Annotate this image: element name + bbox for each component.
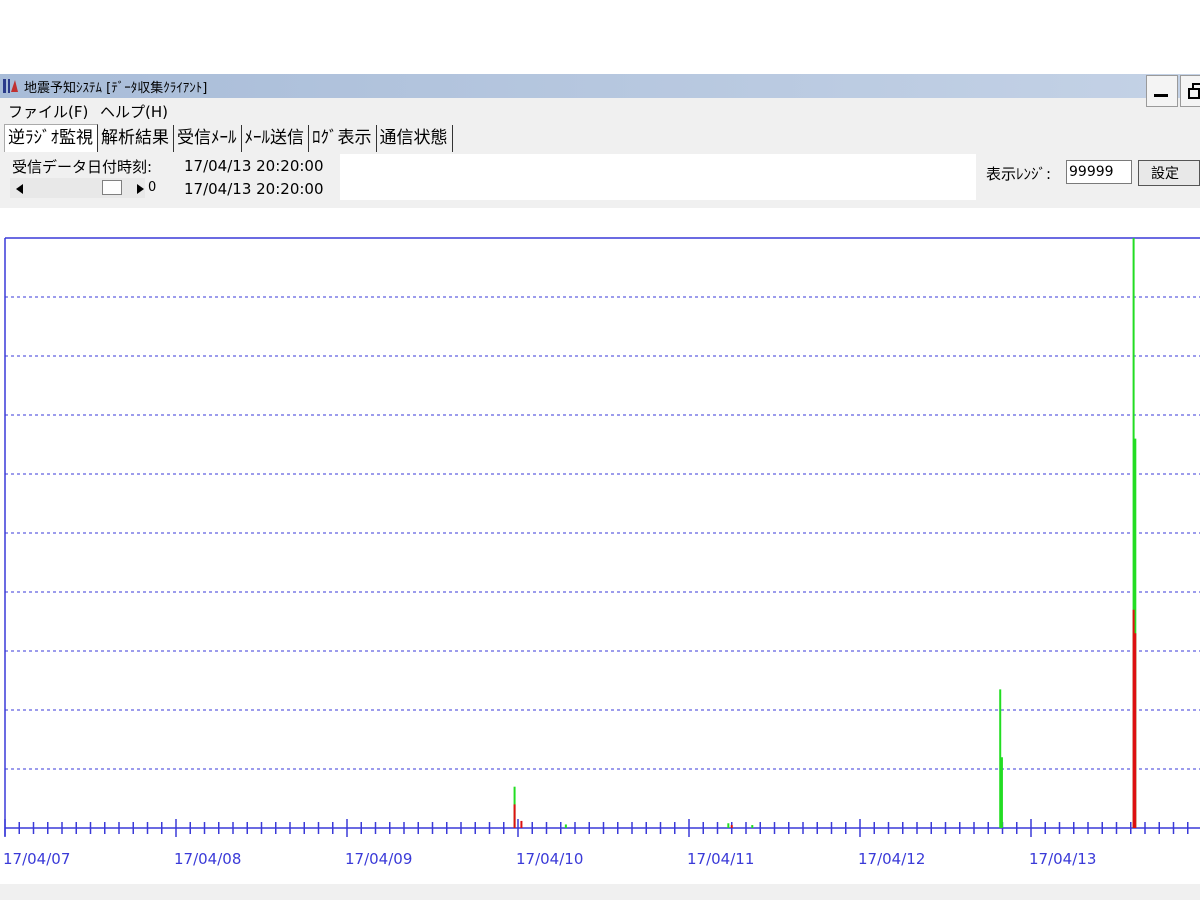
menu-bar: ファイル(F) ヘルプ(H) bbox=[0, 99, 1140, 121]
scroll-value: 0 bbox=[148, 180, 157, 195]
scroll-right-icon[interactable] bbox=[137, 184, 144, 194]
menu-file[interactable]: ファイル(F) bbox=[8, 101, 88, 122]
received-datetime-label: 受信データ日付時刻: bbox=[12, 158, 153, 176]
tab-log-view[interactable]: ﾛｸﾞ表示 bbox=[309, 125, 377, 152]
chart-area: 17/04/07 17/04/08 17/04/09 17/04/10 17/04/11… bbox=[0, 208, 1200, 884]
window-title: 地震予知ｼｽﾃﾑ [ﾃﾞｰﾀ収集ｸﾗｲｱﾝﾄ] bbox=[24, 81, 208, 96]
app-window: 地震予知ｼｽﾃﾑ [ﾃﾞｰﾀ収集ｸﾗｲｱﾝﾄ] ファイル(F) ヘルプ(H) 逆… bbox=[0, 74, 1200, 900]
x-tick-label: 17/04/11 bbox=[687, 850, 754, 868]
tab-received-mail[interactable]: 受信ﾒｰﾙ bbox=[174, 125, 242, 152]
minimize-icon bbox=[1154, 94, 1168, 97]
x-tick-label: 17/04/13 bbox=[1029, 850, 1096, 868]
x-tick-label: 17/04/07 bbox=[3, 850, 70, 868]
tab-reverse-radio-monitor[interactable]: 逆ﾗｼﾞｵ監視 bbox=[4, 124, 98, 152]
x-tick-label: 17/04/12 bbox=[858, 850, 925, 868]
time-scrollbar[interactable] bbox=[10, 178, 145, 198]
info-panel: 受信データ日付時刻: 17/04/13 20:20:00 0 17/04/13 … bbox=[4, 154, 976, 200]
menu-help[interactable]: ヘルプ(H) bbox=[100, 101, 168, 122]
x-tick-label: 17/04/08 bbox=[174, 850, 241, 868]
app-icon bbox=[3, 79, 18, 93]
title-bar[interactable]: 地震予知ｼｽﾃﾑ [ﾃﾞｰﾀ収集ｸﾗｲｱﾝﾄ] bbox=[0, 74, 1200, 98]
minimize-button[interactable] bbox=[1146, 75, 1178, 107]
tab-send-mail[interactable]: ﾒｰﾙ送信 bbox=[242, 125, 309, 152]
tab-strip: 逆ﾗｼﾞｵ監視 解析結果 受信ﾒｰﾙ ﾒｰﾙ送信 ﾛｸﾞ表示 通信状態 bbox=[4, 124, 604, 154]
display-range-input[interactable] bbox=[1066, 160, 1132, 184]
received-datetime-value: 17/04/13 20:20:00 bbox=[184, 157, 324, 175]
tab-analysis-results[interactable]: 解析結果 bbox=[98, 125, 174, 152]
x-tick-label: 17/04/10 bbox=[516, 850, 583, 868]
restore-button[interactable] bbox=[1180, 75, 1200, 107]
x-tick-label: 17/04/09 bbox=[345, 850, 412, 868]
display-range-label: 表示ﾚﾝｼﾞ: bbox=[986, 165, 1052, 183]
signal-chart: 17/04/07 17/04/08 17/04/09 17/04/10 17/04/11… bbox=[3, 237, 1200, 868]
scroll-thumb[interactable] bbox=[102, 180, 122, 195]
slider-datetime-value: 17/04/13 20:20:00 bbox=[184, 180, 324, 198]
restore-icon bbox=[1188, 83, 1200, 99]
tab-connection-status[interactable]: 通信状態 bbox=[377, 125, 453, 152]
set-button[interactable]: 設定 bbox=[1138, 160, 1200, 186]
scroll-left-icon[interactable] bbox=[16, 184, 23, 194]
